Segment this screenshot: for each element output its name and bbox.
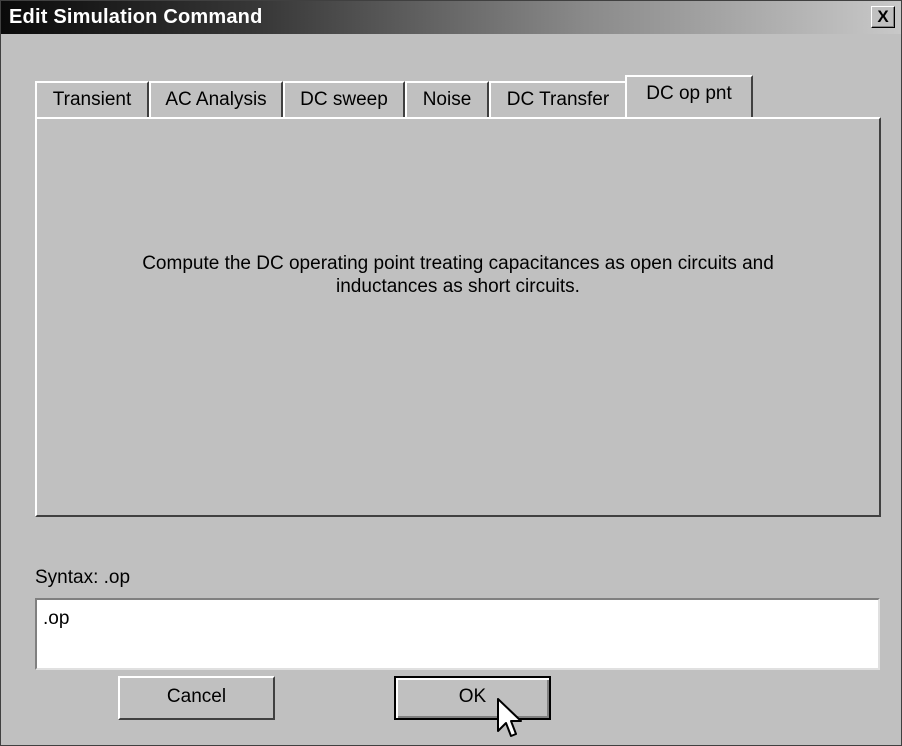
description-line-2: inductances as short circuits. bbox=[336, 276, 580, 297]
tab-dc-transfer[interactable]: DC Transfer bbox=[489, 81, 627, 117]
title-bar[interactable]: Edit Simulation Command X bbox=[1, 1, 901, 34]
cancel-button[interactable]: Cancel bbox=[118, 676, 275, 720]
tab-ac-analysis[interactable]: AC Analysis bbox=[149, 81, 283, 117]
tab-dc-op-pnt[interactable]: DC op pnt bbox=[625, 75, 753, 117]
window-title: Edit Simulation Command bbox=[9, 6, 263, 28]
tab-transient[interactable]: Transient bbox=[35, 81, 149, 117]
description-text: Compute the DC operating point treating … bbox=[37, 252, 879, 298]
close-button[interactable]: X bbox=[871, 6, 895, 28]
tab-dc-sweep[interactable]: DC sweep bbox=[283, 81, 405, 117]
tab-panel-dc-op-pnt: Compute the DC operating point treating … bbox=[35, 117, 881, 517]
arrow-pointer-icon bbox=[497, 698, 522, 737]
description-line-1: Compute the DC operating point treating … bbox=[142, 253, 774, 274]
ok-button[interactable]: OK bbox=[394, 676, 551, 720]
command-input[interactable]: .op bbox=[35, 598, 880, 670]
edit-simulation-dialog: Edit Simulation Command X Transient AC A… bbox=[0, 0, 902, 746]
syntax-label: Syntax: .op bbox=[35, 567, 131, 588]
tab-noise[interactable]: Noise bbox=[405, 81, 489, 117]
